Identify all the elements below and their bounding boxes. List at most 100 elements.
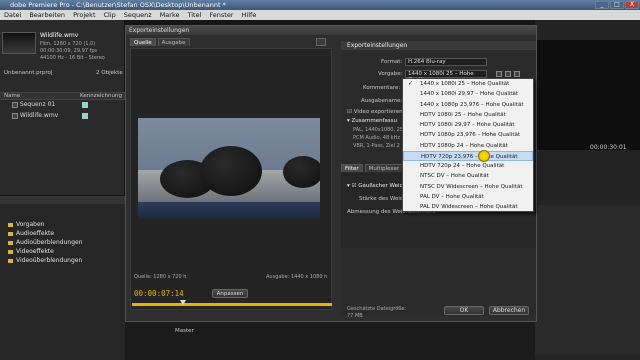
import-preset-icon[interactable]	[505, 71, 511, 77]
preset-option[interactable]: HDTV 1080i 29,97 – Hohe Qualität	[403, 120, 533, 130]
preset-label: Vorgabe:	[378, 71, 403, 77]
project-item-label: Wildlife.wmv	[19, 112, 59, 119]
preset-option-label: NTSC DV – Hohe Qualität	[420, 173, 489, 180]
preset-option-label: HDTV 720p 23,976 – Hohe Qualität	[421, 153, 518, 160]
folder-icon	[8, 249, 13, 254]
close-button[interactable]: X	[625, 1, 639, 9]
program-monitor: 00:00:30:01	[535, 20, 640, 360]
label-color-swatch	[82, 102, 88, 108]
output-name-label: Ausgabename:	[361, 98, 403, 104]
preset-option-label: PAL DV – Hohe Qualität	[420, 193, 484, 200]
summary-heading: ▾ Zusammenfassu	[347, 118, 398, 124]
filesize-label: Geschätzte Dateigröße:	[347, 306, 407, 312]
effects-folder[interactable]: Audioeffekte	[0, 229, 125, 238]
preset-option-highlighted[interactable]: HDTV 720p 23,976 – Hohe Qualität	[403, 150, 533, 161]
crop-toggle-button[interactable]	[316, 38, 326, 46]
project-item[interactable]: Wildlife.wmv	[8, 111, 123, 121]
project-header-row: Name Kennzeichnung	[0, 92, 125, 100]
master-track-label: Master	[175, 328, 194, 334]
window-title-bar: dobe Premiere Pro - C:\Benutzer\Stefan O…	[0, 0, 640, 10]
preset-option-label: 1440 x 1080i 25 – Hohe Qualität	[420, 81, 510, 87]
filesize-value: 77 MB	[347, 313, 363, 319]
checkmark-icon: ✓	[408, 80, 414, 87]
save-preset-icon[interactable]	[496, 71, 502, 77]
preset-option[interactable]: HDTV 1080p 23,976 – Hohe Qualität	[403, 130, 533, 140]
clip-info-3: 44100 Hz - 16 Bit - Stereo	[40, 55, 105, 61]
section-header: Exporteinstellungen	[341, 41, 536, 50]
menu-item-clip[interactable]: Clip	[104, 10, 116, 20]
preset-dropdown-list: ✓ 1440 x 1080i 25 – Hohe Qualität 1440 x …	[402, 78, 534, 212]
preset-option[interactable]: PAL DV Widescreen – Hohe Qualität	[403, 202, 533, 212]
effects-folder-label: Videoüberblendungen	[16, 257, 83, 264]
effects-folder-label: Vorgaben	[16, 221, 45, 228]
preset-option-label: HDTV 1080i 25 – Hohe Qualität	[420, 111, 506, 118]
playhead-icon[interactable]	[180, 300, 186, 305]
column-name-header[interactable]: Name	[4, 93, 20, 100]
folder-icon	[8, 222, 13, 227]
effects-folder-label: Audioeffekte	[16, 230, 55, 237]
menu-item-titel[interactable]: Titel	[187, 10, 201, 20]
clip-info-2: 00:00:30:09, 29,97 fps	[40, 48, 98, 54]
gaussian-blur-label: Gaußscher Weic	[358, 183, 403, 189]
preset-option[interactable]: 1440 x 1080p 23,976 – Hohe Qualität	[403, 100, 533, 110]
menu-bar: Datei Bearbeiten Projekt Clip Sequenz Ma…	[0, 10, 640, 20]
preset-option-label: PAL DV Widescreen – Hohe Qualität	[420, 204, 518, 210]
preset-option[interactable]: ✓ 1440 x 1080i 25 – Hohe Qualität	[403, 79, 533, 89]
effects-folder[interactable]: Vorgaben	[0, 220, 125, 229]
effects-folder[interactable]: Videoeffekte	[0, 247, 125, 256]
preset-option-label: HDTV 1080p 24 – Hohe Qualität	[420, 142, 508, 149]
cancel-button[interactable]: Abbrechen	[489, 306, 529, 315]
tab-source[interactable]: Quelle	[130, 38, 156, 46]
menu-item-marke[interactable]: Marke	[160, 10, 180, 20]
preset-option[interactable]: HDTV 1080p 24 – Hohe Qualität	[403, 141, 533, 151]
window-title: dobe Premiere Pro - C:\Benutzer\Stefan O…	[10, 1, 226, 9]
menu-item-fenster[interactable]: Fenster	[209, 10, 233, 20]
clip-info-1: Film, 1280 x 720 (1,0)	[40, 41, 96, 47]
project-item[interactable]: Sequenz 01	[8, 100, 123, 110]
preset-option[interactable]: 1440 x 1080i 29,97 – Hohe Qualität	[403, 89, 533, 99]
preset-option-label: HDTV 1080i 29,97 – Hohe Qualität	[420, 122, 515, 128]
preset-option-label: 1440 x 1080p 23,976 – Hohe Qualität	[420, 101, 524, 108]
timecode-display[interactable]: 00:00:07:14	[134, 289, 184, 298]
video-preview	[138, 118, 320, 218]
format-select[interactable]: H.264 Blu-ray	[405, 58, 487, 66]
export-video-label: Video exportieren	[353, 109, 403, 115]
gaussian-blur-toggle[interactable]: ▾ ☑ Gaußscher Weic	[347, 183, 403, 189]
tab-output[interactable]: Ausgabe	[157, 38, 190, 46]
effects-folder-label: Videoeffekte	[16, 248, 54, 255]
tab-multiplexer[interactable]: Multiplexer	[364, 164, 404, 172]
folder-icon	[8, 231, 13, 236]
fit-dropdown[interactable]: Anpassen	[212, 289, 248, 298]
preset-select[interactable]: 1440 x 1080i 25 – Hohe Quali	[405, 70, 487, 83]
effects-panel: Vorgaben Audioeffekte Audioüberblendunge…	[0, 196, 125, 360]
program-timecode: 00:00:30:01	[590, 144, 627, 151]
column-label-header[interactable]: Kennzeichnung	[80, 93, 122, 100]
preset-option[interactable]: PAL DV – Hohe Qualität	[403, 192, 533, 202]
effects-folder[interactable]: Audioüberblendungen	[0, 238, 125, 247]
menu-item-bearbeiten[interactable]: Bearbeiten	[29, 10, 65, 20]
menu-item-hilfe[interactable]: Hilfe	[242, 10, 257, 20]
seal-shape	[283, 156, 320, 188]
menu-item-datei[interactable]: Datei	[4, 10, 21, 20]
preset-option-label: HDTV 1080p 23,976 – Hohe Qualität	[420, 132, 521, 139]
sequence-icon	[12, 101, 18, 108]
effects-folder[interactable]: Videoüberblendungen	[0, 256, 125, 265]
summary-title: Zusammenfassu	[351, 118, 398, 124]
minimize-button[interactable]: _	[595, 1, 609, 9]
maximize-button[interactable]: □	[610, 1, 624, 9]
menu-item-sequenz[interactable]: Sequenz	[124, 10, 152, 20]
timeline-panel: Master	[125, 320, 535, 360]
delete-preset-icon[interactable]	[514, 71, 520, 77]
menu-item-projekt[interactable]: Projekt	[73, 10, 95, 20]
folder-icon	[8, 240, 13, 245]
preset-option[interactable]: NTSC DV Widescreen – Hohe Qualität	[403, 182, 533, 192]
preset-option[interactable]: HDTV 720p 24 – Hohe Qualität	[403, 161, 533, 171]
tab-filter[interactable]: Filter	[341, 164, 363, 172]
preset-option[interactable]: HDTV 1080i 25 – Hohe Qualität	[403, 110, 533, 120]
ok-button[interactable]: OK	[444, 306, 484, 315]
preset-option[interactable]: NTSC DV – Hohe Qualität	[403, 171, 533, 181]
format-label: Format:	[381, 59, 403, 65]
preset-option-label: HDTV 720p 24 – Hohe Qualität	[420, 163, 505, 169]
export-video-checkbox[interactable]: ☑ Video exportieren	[347, 109, 403, 115]
timeline-scrub-bar[interactable]	[132, 303, 332, 306]
